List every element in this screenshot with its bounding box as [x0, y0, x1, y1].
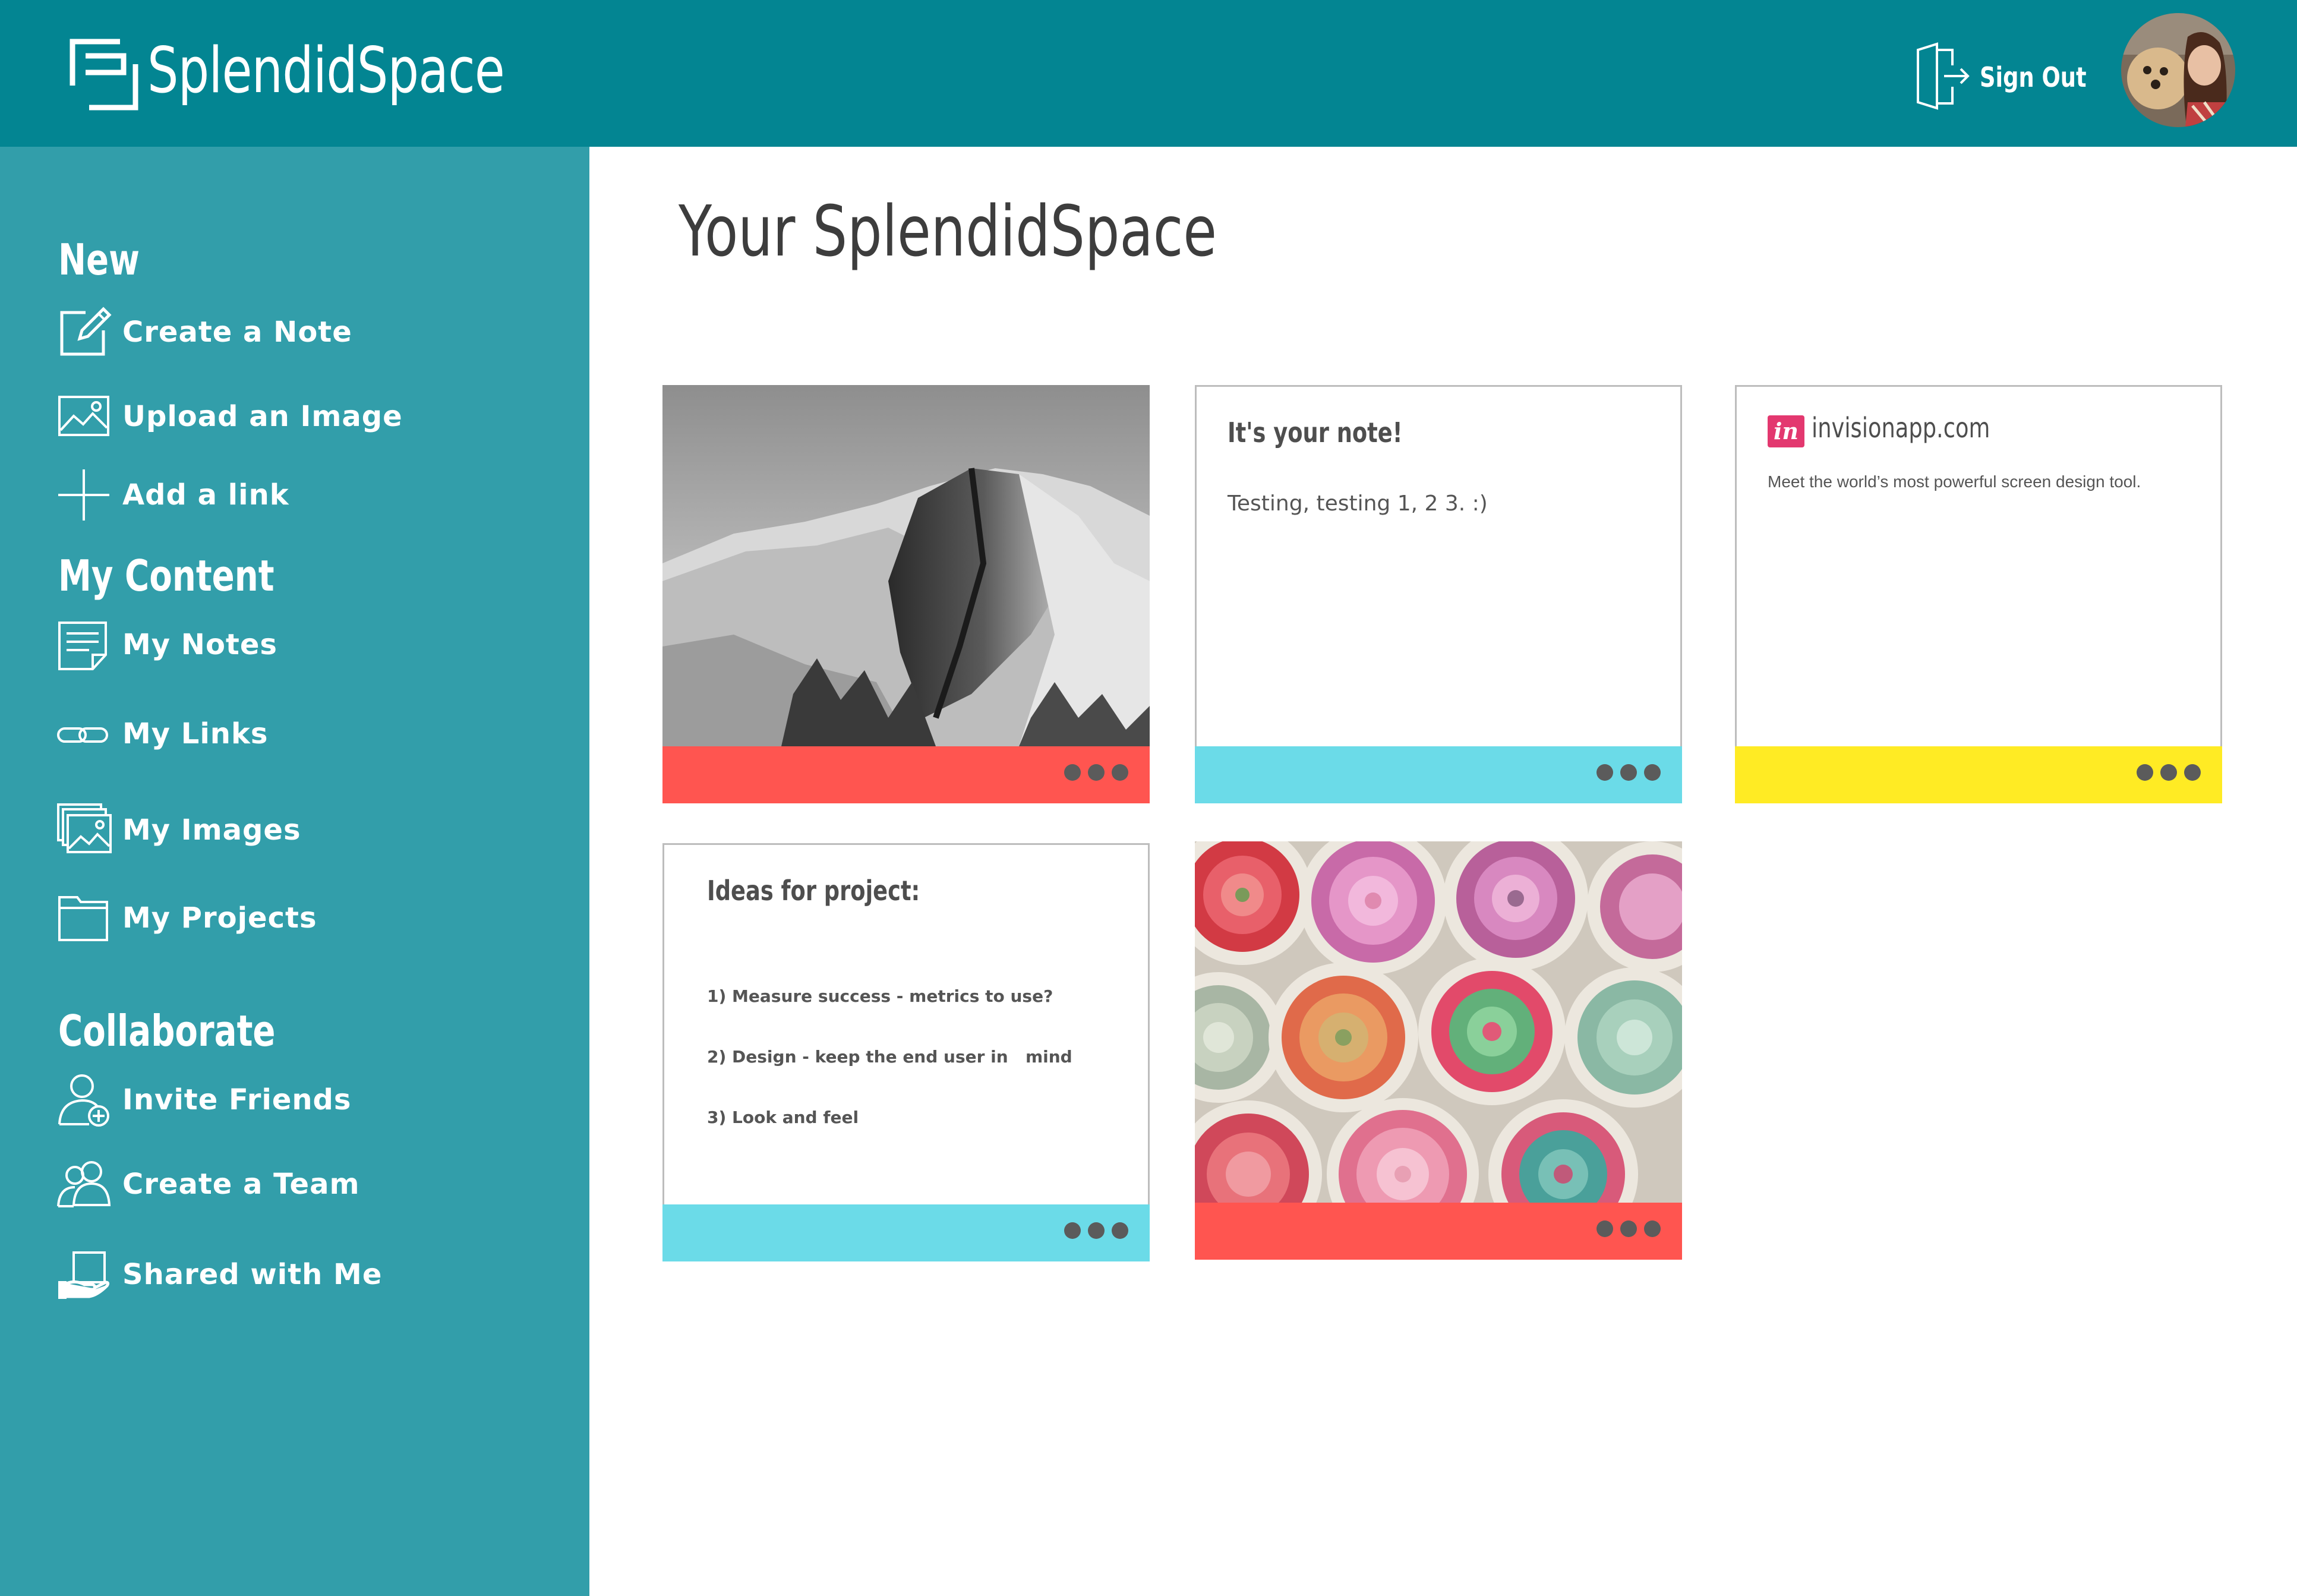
sidebar-item-my-notes[interactable]: My Notes: [56, 616, 277, 673]
sidebar: New Create a Note Upload an Image Add a …: [0, 147, 589, 1596]
team-icon: [57, 1161, 111, 1207]
section-heading-collaborate: Collaborate: [58, 1006, 276, 1056]
sidebar-item-my-links[interactable]: My Links: [56, 705, 268, 762]
images-icon: [57, 803, 112, 853]
sidebar-item-shared-with-me[interactable]: Shared with Me: [56, 1246, 382, 1303]
edit-note-icon: [60, 307, 112, 356]
page-title: Your SplendidSpace: [679, 190, 1217, 272]
sign-out-label: Sign Out: [1980, 61, 2087, 93]
card-menu-button[interactable]: [1064, 1222, 1128, 1239]
card-footer: [1195, 746, 1682, 803]
card-menu-button[interactable]: [2137, 764, 2201, 781]
invision-logo-icon: in: [1768, 415, 1804, 447]
card-footer: [662, 746, 1150, 803]
sidebar-item-create-team[interactable]: Create a Team: [56, 1156, 359, 1213]
section-heading-my-content: My Content: [58, 551, 274, 601]
succulents-photo: [1195, 841, 1682, 1203]
content-card-image[interactable]: [662, 385, 1150, 803]
user-avatar[interactable]: [2121, 13, 2235, 127]
sidebar-label: My Images: [122, 813, 301, 847]
plus-icon: [58, 469, 109, 521]
content-card-image[interactable]: [1195, 841, 1682, 1260]
content-card-link[interactable]: in invisionapp.com Meet the world’s most…: [1735, 385, 2222, 803]
note-line: 1) Measure success - metrics to use?: [707, 986, 1053, 1006]
door-exit-icon: [1917, 42, 1970, 110]
card-menu-button[interactable]: [1064, 764, 1128, 781]
shared-hand-icon: [58, 1251, 110, 1299]
link-domain[interactable]: invisionapp.com: [1812, 412, 1990, 444]
sidebar-label: Add a link: [122, 478, 289, 512]
note-text: Testing, testing 1, 2 3. :): [1228, 491, 1488, 516]
sidebar-item-add-link[interactable]: Add a link: [56, 466, 289, 523]
card-menu-button[interactable]: [1596, 764, 1661, 781]
sidebar-label: Create a Note: [122, 316, 352, 349]
content-card-note[interactable]: Ideas for project: 1) Measure success - …: [662, 843, 1150, 1261]
sidebar-label: Shared with Me: [122, 1258, 383, 1291]
sidebar-label: Invite Friends: [122, 1083, 352, 1116]
notes-icon: [58, 622, 107, 670]
content-card-note[interactable]: It's your note! Testing, testing 1, 2 3.…: [1195, 385, 1682, 803]
sidebar-item-invite-friends[interactable]: Invite Friends: [56, 1071, 351, 1128]
sidebar-item-my-projects[interactable]: My Projects: [56, 890, 317, 947]
section-heading-new: New: [58, 235, 140, 285]
app-logo-text[interactable]: SplendidSpace: [147, 26, 505, 115]
card-menu-button[interactable]: [1596, 1220, 1661, 1237]
logo-bracket-icon: [70, 39, 138, 111]
mountain-photo: [662, 385, 1150, 746]
sidebar-label: Upload an Image: [122, 400, 403, 433]
note-line: 3) Look and feel: [707, 1108, 859, 1127]
sign-out-button[interactable]: Sign Out: [1913, 42, 2113, 113]
note-line: 2) Design - keep the end user in mind: [707, 1047, 1072, 1067]
link-icon: [57, 727, 108, 743]
note-title: Ideas for project:: [707, 875, 920, 907]
top-bar: SplendidSpace Sign Out: [0, 0, 2297, 147]
sidebar-item-my-images[interactable]: My Images: [56, 802, 301, 859]
folder-icon: [58, 896, 108, 941]
sidebar-label: My Notes: [122, 628, 277, 661]
sidebar-item-create-note[interactable]: Create a Note: [56, 304, 352, 361]
link-description: Meet the world’s most powerful screen de…: [1768, 472, 2141, 491]
sidebar-label: My Links: [122, 717, 269, 750]
note-text: 1) Measure success - metrics to use? 2) …: [707, 946, 1072, 1168]
card-footer: [1195, 1203, 1682, 1260]
card-footer: [662, 1204, 1150, 1261]
image-upload-icon: [58, 396, 109, 436]
sidebar-item-upload-image[interactable]: Upload an Image: [56, 388, 403, 445]
sidebar-label: My Projects: [122, 901, 317, 935]
sidebar-label: Create a Team: [122, 1168, 360, 1201]
card-footer: [1735, 746, 2222, 803]
note-title: It's your note!: [1228, 417, 1403, 449]
add-user-icon: [58, 1074, 109, 1127]
